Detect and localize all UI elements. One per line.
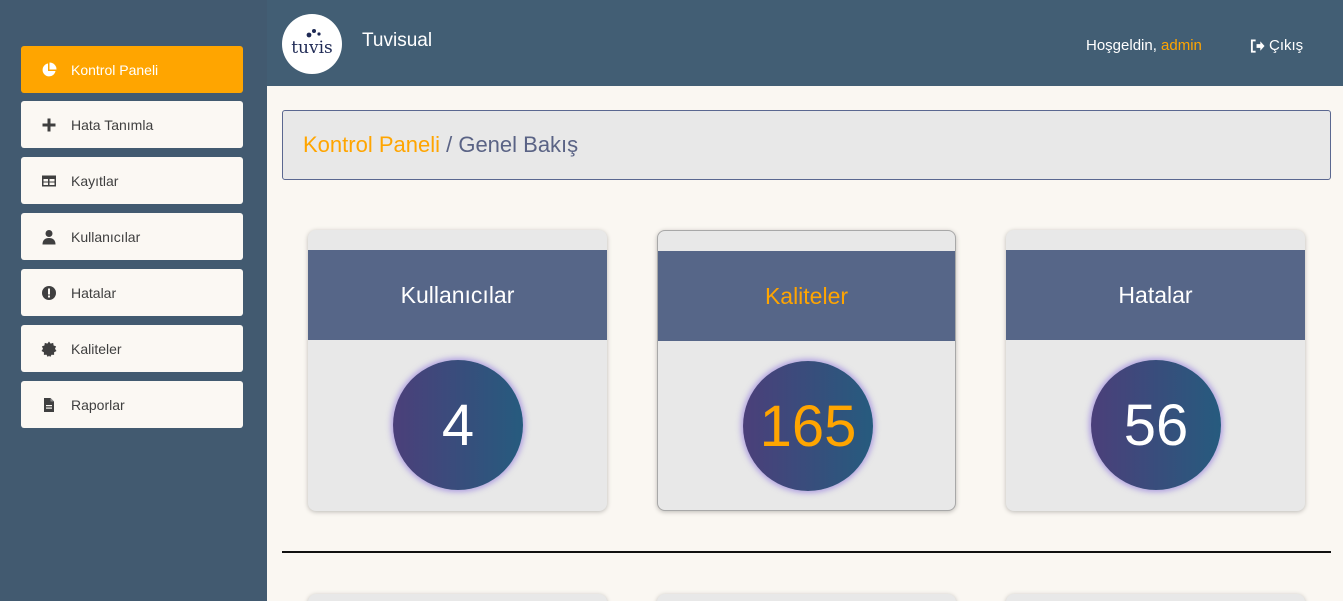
table-icon bbox=[40, 172, 58, 190]
plus-icon bbox=[40, 116, 58, 134]
logo[interactable]: tuvis bbox=[282, 14, 342, 74]
sidebar-item-kullanicilar[interactable]: Kullanıcılar bbox=[21, 213, 243, 260]
certificate-icon bbox=[40, 340, 58, 358]
sidebar-item-hata-tanimla[interactable]: Hata Tanımla bbox=[21, 101, 243, 148]
breadcrumb-genel-bakis: Genel Bakış bbox=[458, 132, 579, 157]
brand-name: Tuvisual bbox=[362, 30, 433, 51]
sidebar-item-label: Hata Tanımla bbox=[71, 116, 154, 133]
card-hatalar[interactable]: Hatalar 56 bbox=[1006, 230, 1305, 511]
breadcrumb: Kontrol Paneli / Genel Bakış bbox=[282, 110, 1331, 180]
exclamation-circle-icon bbox=[40, 284, 58, 302]
breadcrumb-kontrol-paneli[interactable]: Kontrol Paneli bbox=[303, 132, 440, 158]
sidebar-item-hatalar[interactable]: Hatalar bbox=[21, 269, 243, 316]
sidebar-item-label: Raporlar bbox=[71, 396, 125, 413]
sidebar-item-label: Kayıtlar bbox=[71, 172, 119, 189]
sidebar-item-kaliteler[interactable]: Kaliteler bbox=[21, 325, 243, 372]
breadcrumb-separator: / bbox=[439, 132, 459, 157]
sidebar-item-raporlar[interactable]: Raporlar bbox=[21, 381, 243, 428]
logo-dots-icon bbox=[306, 29, 321, 38]
card-count: 56 bbox=[1091, 360, 1221, 490]
card-kullanicilar[interactable]: Kullanıcılar 4 bbox=[308, 230, 607, 511]
logout-button[interactable]: Çıkış bbox=[1250, 37, 1303, 54]
file-icon bbox=[40, 396, 58, 414]
sidebar-item-label: Kaliteler bbox=[71, 340, 122, 357]
card-count: 4 bbox=[393, 360, 523, 490]
sidebar-item-label: Hatalar bbox=[71, 284, 117, 301]
card-title: Kaliteler bbox=[658, 251, 955, 341]
username: admin bbox=[1161, 37, 1202, 54]
sign-out-icon bbox=[1250, 38, 1265, 53]
card-partial bbox=[657, 594, 956, 601]
top-header: tuvis Tuvisual Hoşgeldin, admin Çıkış bbox=[267, 0, 1343, 86]
welcome-prefix: Hoşgeldin, bbox=[1086, 37, 1162, 54]
sidebar-item-kayitlar[interactable]: Kayıtlar bbox=[21, 157, 243, 204]
welcome-text: Hoşgeldin, admin bbox=[1086, 37, 1202, 54]
logout-label: Çıkış bbox=[1269, 37, 1304, 54]
pie-chart-icon bbox=[40, 61, 58, 79]
logo-text: tuvis bbox=[291, 38, 333, 58]
section-divider bbox=[282, 551, 1331, 553]
card-count: 165 bbox=[743, 361, 873, 491]
sidebar-item-kontrol-paneli[interactable]: Kontrol Paneli bbox=[21, 46, 243, 93]
user-icon bbox=[40, 228, 58, 246]
sidebar-item-label: Kullanıcılar bbox=[71, 228, 141, 245]
card-title: Hatalar bbox=[1006, 250, 1305, 340]
card-kaliteler[interactable]: Kaliteler 165 bbox=[657, 230, 956, 511]
card-title: Kullanıcılar bbox=[308, 250, 607, 340]
sidebar: Kontrol Paneli Hata Tanımla Kayıtlar Kul… bbox=[0, 0, 267, 601]
card-partial bbox=[308, 594, 607, 601]
card-partial bbox=[1006, 594, 1305, 601]
sidebar-item-label: Kontrol Paneli bbox=[71, 61, 159, 78]
